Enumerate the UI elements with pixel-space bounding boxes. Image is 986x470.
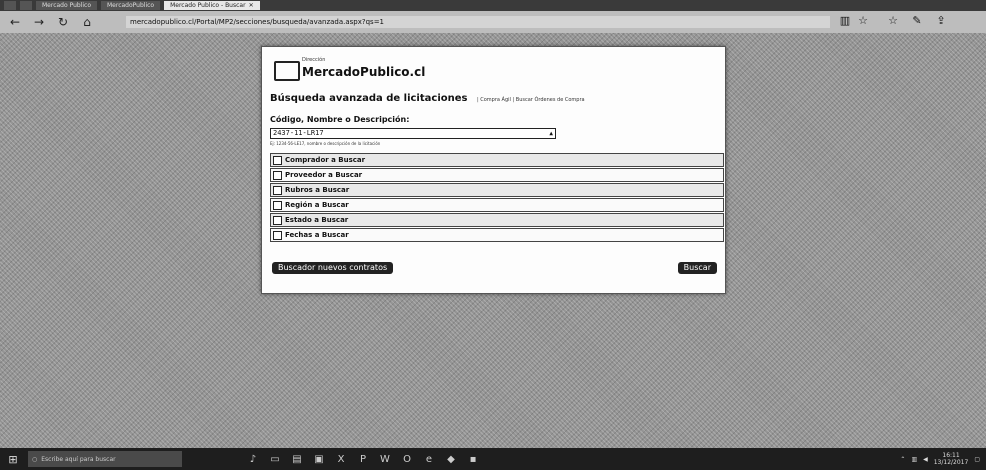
clock[interactable]: 16:11 13/12/2017 xyxy=(934,452,969,466)
filter-label: Estado a Buscar xyxy=(285,216,349,224)
cortana-icon: ○ xyxy=(32,455,38,463)
filter-label: Proveedor a Buscar xyxy=(285,171,363,179)
tab-4[interactable]: MercadoPublico xyxy=(101,1,161,10)
tab-active-label: Mercado Publico - Buscar xyxy=(170,2,246,9)
filter-region[interactable]: Región a Buscar xyxy=(270,198,724,212)
tab-4-label: MercadoPublico xyxy=(107,2,155,9)
taskbar: ⊞ ○ Escribe aquí para buscar ♪ ▭ ▤ ▣ X P… xyxy=(0,448,986,470)
microphone-icon[interactable]: ♪ xyxy=(242,454,264,465)
tab-strip: Mercado Publico MercadoPublico Mercado P… xyxy=(0,0,986,11)
close-tab-icon[interactable]: ✕ xyxy=(249,1,254,10)
network-icon[interactable]: ▥ xyxy=(911,456,917,463)
search-hint: Ej: 1234-56-LE17, nombre o descripción d… xyxy=(270,141,381,146)
excel-icon[interactable]: X xyxy=(330,454,352,465)
checkbox[interactable] xyxy=(273,215,282,225)
windows-start-icon[interactable]: ⊞ xyxy=(4,453,22,466)
dropdown-arrow-icon[interactable]: ▲ xyxy=(549,129,553,138)
filter-label: Fechas a Buscar xyxy=(285,231,349,239)
address-bar: ← → ↻ ⌂ mercadopublico.cl/Portal/MP2/sec… xyxy=(0,11,986,33)
filter-proveedor[interactable]: Proveedor a Buscar xyxy=(270,168,724,182)
home-icon[interactable]: ⌂ xyxy=(78,13,96,31)
checkbox[interactable] xyxy=(273,155,282,165)
tab-1[interactable] xyxy=(4,1,16,10)
taskbar-search[interactable]: ○ Escribe aquí para buscar xyxy=(28,451,182,467)
forward-arrow-icon[interactable]: → xyxy=(30,13,48,31)
title-text: Búsqueda avanzada de licitaciones xyxy=(270,93,468,104)
back-arrow-icon[interactable]: ← xyxy=(6,13,24,31)
mercadopublico-logo: Dirección MercadoPublico.cl xyxy=(274,55,426,83)
filter-label: Región a Buscar xyxy=(285,201,349,209)
powerpoint-icon[interactable]: P xyxy=(352,454,374,465)
system-tray: ⌃ ▥ ◀ 16:11 13/12/2017 ▢ xyxy=(900,452,980,466)
clock-time: 16:11 xyxy=(942,452,960,459)
volume-icon[interactable]: ◀ xyxy=(923,456,928,463)
reading-view-icon[interactable]: ▥ xyxy=(838,14,852,28)
url-field[interactable]: mercadopublico.cl/Portal/MP2/secciones/b… xyxy=(126,16,830,28)
app-icon-2[interactable]: ▪ xyxy=(462,454,484,465)
search-dialog: Dirección MercadoPublico.cl Búsqueda ava… xyxy=(261,46,726,294)
pen-icon[interactable]: ✎ xyxy=(910,14,924,28)
filter-comprador[interactable]: Comprador a Buscar xyxy=(270,153,724,167)
app-icon[interactable]: ◆ xyxy=(440,454,462,465)
title-links[interactable]: | Compra Ágil | Buscar Órdenes de Compra xyxy=(477,97,585,103)
word-icon[interactable]: W xyxy=(374,454,396,465)
page-title: Búsqueda avanzada de licitaciones | Comp… xyxy=(270,93,585,104)
file-explorer-icon[interactable]: ▤ xyxy=(286,454,308,465)
new-contracts-button[interactable]: Buscador nuevos contratos xyxy=(272,262,394,274)
tab-active[interactable]: Mercado Publico - Buscar ✕ xyxy=(164,1,260,10)
outlook-icon[interactable]: O xyxy=(396,454,418,465)
taskbar-search-placeholder: Escribe aquí para buscar xyxy=(41,455,116,463)
logo-subtitle: Dirección xyxy=(302,57,326,63)
tab-3[interactable]: Mercado Publico xyxy=(36,1,97,10)
edge-icon[interactable]: e xyxy=(418,454,440,465)
refresh-icon[interactable]: ↻ xyxy=(54,13,72,31)
logo-mark-icon xyxy=(274,61,300,81)
search-field-label: Código, Nombre o Descripción: xyxy=(270,115,410,124)
tab-3-label: Mercado Publico xyxy=(42,2,91,9)
filter-fechas[interactable]: Fechas a Buscar xyxy=(270,228,724,242)
notifications-icon[interactable]: ▢ xyxy=(974,456,980,463)
filter-rubros[interactable]: Rubros a Buscar xyxy=(270,183,724,197)
search-input-value: 2437-11-LR17 xyxy=(273,129,324,137)
checkbox[interactable] xyxy=(273,230,282,240)
filter-estado[interactable]: Estado a Buscar xyxy=(270,213,724,227)
filter-label: Comprador a Buscar xyxy=(285,156,366,164)
share-icon[interactable]: ⇪ xyxy=(934,14,948,28)
tab-2[interactable] xyxy=(20,1,32,10)
clock-date: 13/12/2017 xyxy=(933,459,969,466)
search-button[interactable]: Buscar xyxy=(677,262,717,274)
checkbox[interactable] xyxy=(273,185,282,195)
logo-text: MercadoPublico.cl xyxy=(302,65,426,79)
search-input[interactable]: 2437-11-LR17 ▲ xyxy=(270,128,556,139)
filter-label: Rubros a Buscar xyxy=(285,186,350,194)
tray-chevron-icon[interactable]: ⌃ xyxy=(900,456,905,463)
task-view-icon[interactable]: ▭ xyxy=(264,454,286,465)
checkbox[interactable] xyxy=(273,170,282,180)
star-icon[interactable]: ☆ xyxy=(856,14,870,28)
store-icon[interactable]: ▣ xyxy=(308,454,330,465)
favorites-hub-icon[interactable]: ☆ xyxy=(886,14,900,28)
checkbox[interactable] xyxy=(273,200,282,210)
